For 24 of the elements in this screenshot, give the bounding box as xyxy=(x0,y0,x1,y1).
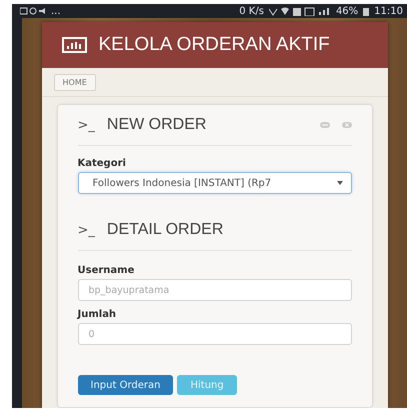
input-field[interactable]: bp_bayupratama xyxy=(78,279,352,301)
field-label: Jumlah xyxy=(78,309,118,320)
clock-time: 11:10 xyxy=(374,6,403,16)
terminal-prompt: >_ xyxy=(78,118,95,132)
caret-icon xyxy=(336,181,342,185)
panel-title: NEW ORDER xyxy=(106,116,208,134)
bar-chart-icon xyxy=(62,37,86,53)
notification-icons xyxy=(20,7,46,15)
action-button[interactable]: Input Orderan xyxy=(78,375,174,395)
field-label: Kategori xyxy=(78,158,127,169)
notification-overflow: ... xyxy=(51,6,61,16)
page-title: KELOLA ORDERAN AKTIF xyxy=(98,34,330,56)
input-field[interactable]: 0 xyxy=(78,323,352,345)
section-title: DETAIL ORDER xyxy=(106,221,224,239)
signal-status-icons xyxy=(268,6,331,16)
field-label: Username xyxy=(78,265,136,276)
close-icon[interactable] xyxy=(342,122,352,128)
breadcrumb-link[interactable]: HOME xyxy=(54,74,96,90)
category-select[interactable]: Followers Indonesia [INSTANT] (Rp7 xyxy=(78,172,352,194)
battery-icon xyxy=(363,6,370,16)
battery-percent: 46% xyxy=(336,6,358,16)
collapse-icon[interactable] xyxy=(320,122,330,128)
network-speed: 0 K/s xyxy=(239,6,264,16)
terminal-prompt: >_ xyxy=(78,222,95,238)
